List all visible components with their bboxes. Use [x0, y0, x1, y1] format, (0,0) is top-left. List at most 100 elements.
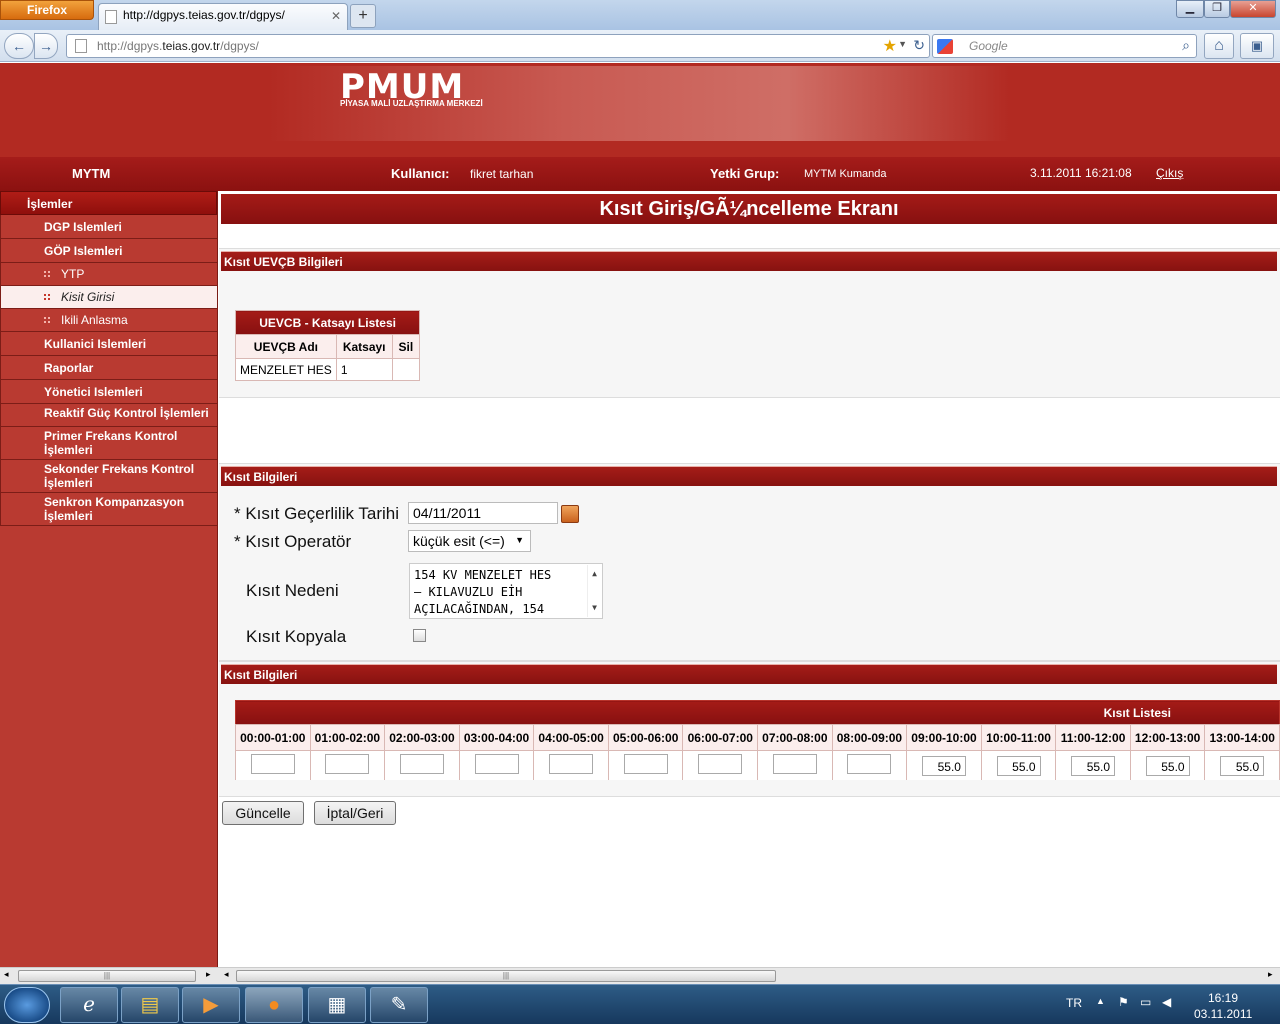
hour-value-input[interactable] [474, 754, 519, 774]
hour-value-input[interactable] [399, 754, 444, 774]
logo-subtitle: PİYASA MALİ UZLAŞTIRMA MERKEZİ [340, 99, 483, 108]
url-bar[interactable]: http://dgpys.teias.gov.tr/dgpys/ ★ ▼ ↻ [66, 34, 930, 58]
column-header: Sil [391, 334, 421, 359]
horizontal-scrollbar[interactable]: ◂ ||| ▸ ◂ ||| ▸ [0, 967, 1280, 984]
hour-value-input[interactable]: 55.0 [921, 755, 966, 776]
reload-icon[interactable]: ↻ [913, 37, 925, 54]
hour-cell [235, 750, 311, 780]
content-scroll-thumb[interactable]: ||| [236, 970, 776, 982]
sidebar-item-reaktif[interactable]: Reaktif Güç Kontrol İşlemleri [0, 404, 217, 427]
network-icon[interactable]: ▭ [1140, 995, 1151, 1009]
ie-icon[interactable]: ℯ [60, 987, 118, 1023]
volume-icon[interactable]: ◀ [1162, 995, 1171, 1009]
hour-cell: 55.0 [1204, 750, 1280, 780]
minimize-button[interactable]: ▁ [1176, 0, 1204, 18]
hour-cell: 55.0 [1055, 750, 1131, 780]
textarea-scrollbar[interactable]: ▲ ▼ [587, 565, 601, 617]
hour-value-input[interactable] [698, 754, 743, 774]
scroll-right-icon[interactable]: ▸ [206, 969, 211, 980]
hour-value-input[interactable]: 55.0 [1145, 755, 1190, 776]
hour-value-input[interactable] [250, 754, 295, 774]
hour-cell [309, 750, 386, 780]
language-indicator[interactable]: TR [1066, 996, 1082, 1010]
navigation-bar: ← → http://dgpys.teias.gov.tr/dgpys/ ★ ▼… [0, 30, 1280, 62]
sidebar-item-primer[interactable]: Primer Frekans Kontrol İşlemleri [0, 427, 217, 460]
hour-value-input[interactable] [549, 754, 594, 774]
maximize-button[interactable]: ❐ [1204, 0, 1230, 18]
hour-value-input[interactable]: 55.0 [996, 755, 1041, 776]
logout-link[interactable]: Çıkış [1156, 166, 1183, 180]
forward-button[interactable]: → [34, 33, 58, 59]
hour-value-input[interactable] [623, 754, 668, 774]
browser-title-bar: Firefox http://dgpys.teias.gov.tr/dgpys/… [0, 0, 1280, 30]
clock-date[interactable]: 03.11.2011 [1194, 1007, 1252, 1021]
hour-value-input[interactable] [847, 754, 892, 774]
sidebar-item-dgp[interactable]: DGP Islemleri [0, 215, 217, 239]
firefox-menu-button[interactable]: Firefox [0, 0, 94, 20]
sidebar-item-ikili-anlasma[interactable]: Ikili Anlasma [0, 309, 217, 332]
search-icon[interactable]: ⌕ [1182, 37, 1190, 54]
scroll-right-icon[interactable]: ▸ [1268, 969, 1273, 980]
close-tab-icon[interactable]: ✕ [331, 9, 341, 23]
calendar-icon[interactable] [561, 505, 579, 523]
katsayi-table: UEVCB - Katsayı Listesi UEVÇB Adı Katsay… [234, 310, 421, 381]
delete-cell[interactable] [391, 358, 421, 381]
sidebar-item-kullanici[interactable]: Kullanici Islemleri [0, 332, 217, 356]
hour-value-input[interactable]: 55.0 [1220, 755, 1265, 776]
hour-value-input[interactable]: 55.0 [1071, 755, 1116, 776]
sidebar-item-sekonder[interactable]: Sekonder Frekans Kontrol İşlemleri [0, 460, 217, 493]
scroll-left-icon[interactable]: ◂ [224, 969, 229, 980]
section-title-kisit-list: Kısıt Bilgileri [221, 664, 1277, 684]
section-title-uevcb: Kısıt UEVÇB Bilgileri [221, 251, 1277, 271]
clock-time[interactable]: 16:19 [1208, 991, 1238, 1005]
chevron-up-icon[interactable]: ▲ [1096, 996, 1105, 1006]
bullet-icon [44, 294, 50, 300]
new-tab-button[interactable]: + [350, 4, 376, 28]
hour-value-input[interactable] [325, 754, 370, 774]
explorer-icon[interactable]: ▤ [121, 987, 179, 1023]
sidebar-item-raporlar[interactable]: Raporlar [0, 356, 217, 380]
date-label: * Kısıt Geçerlilik Tarihi [234, 504, 400, 523]
search-input[interactable]: Google ⌕ [932, 34, 1197, 58]
sidebar-scroll-thumb[interactable]: ||| [18, 970, 196, 982]
operator-label: * Kısıt Operatör [234, 532, 352, 551]
bullet-icon [44, 271, 50, 277]
flag-icon[interactable]: ⚑ [1118, 995, 1129, 1009]
sidebar-item-senkron[interactable]: Senkron Kompanzasyon İşlemleri [0, 493, 217, 526]
start-button[interactable] [4, 987, 50, 1023]
media-player-icon[interactable]: ▶ [182, 987, 240, 1023]
chevron-down-icon[interactable]: ▼ [898, 39, 907, 49]
paint-icon[interactable]: ✎ [370, 987, 428, 1023]
sidebar-item-gop[interactable]: GÖP Islemleri [0, 239, 217, 263]
back-button[interactable]: ← [4, 33, 34, 59]
hours-table-wrap: Kısıt Listesi 00:00-01:00 01:00-02:00 02:0… [235, 700, 1280, 780]
system-tray: TR ▲ ⚑ ▭ ◀ 16:19 03.11.2011 [1060, 985, 1280, 1025]
sidebar-item-kisit-girisi[interactable]: Kisit Girisi [0, 286, 217, 309]
update-button[interactable]: Güncelle [222, 801, 304, 825]
url-path: /dgpys/ [220, 39, 259, 53]
copy-label: Kısıt Kopyala [246, 627, 347, 646]
cancel-button[interactable]: İptal/Geri [314, 801, 396, 825]
browser-tab[interactable]: http://dgpys.teias.gov.tr/dgpys/ ✕ [98, 3, 348, 30]
copy-checkbox[interactable] [413, 629, 426, 642]
bookmark-star-icon[interactable]: ★ [883, 36, 897, 56]
hour-header: 08:00-09:00 [831, 724, 908, 751]
bookmarks-icon[interactable]: ▣ [1240, 33, 1274, 59]
firefox-icon[interactable]: ● [245, 987, 303, 1023]
hour-value-input[interactable] [772, 754, 817, 774]
sidebar-item-ytp[interactable]: YTP [0, 263, 217, 286]
google-icon[interactable] [937, 39, 953, 54]
home-icon[interactable]: ⌂ [1204, 33, 1234, 59]
reason-textarea[interactable]: 154 KV MENZELET HES – KILAVUZLU EİH AÇIL… [409, 563, 603, 619]
date-field[interactable] [408, 502, 558, 524]
scroll-left-icon[interactable]: ◂ [4, 969, 9, 980]
column-header: UEVÇB Adı [235, 334, 337, 359]
close-window-button[interactable]: ✕ [1230, 0, 1276, 18]
calculator-icon[interactable]: ▦ [308, 987, 366, 1023]
sidebar-item-yonetici[interactable]: Yönetici Islemleri [0, 380, 217, 404]
web-page: PMUM PİYASA MALİ UZLAŞTIRMA MERKEZİ MYTM… [0, 63, 1280, 967]
url-domain: teias.gov.tr [162, 39, 221, 53]
operator-select[interactable]: küçük esit (<=) ▼ [408, 530, 531, 552]
column-header: Katsayı [335, 334, 393, 359]
main-content: Kısıt Giriş/GÃ¼ncelleme Ekranı Kısıt UEV… [219, 191, 1280, 967]
